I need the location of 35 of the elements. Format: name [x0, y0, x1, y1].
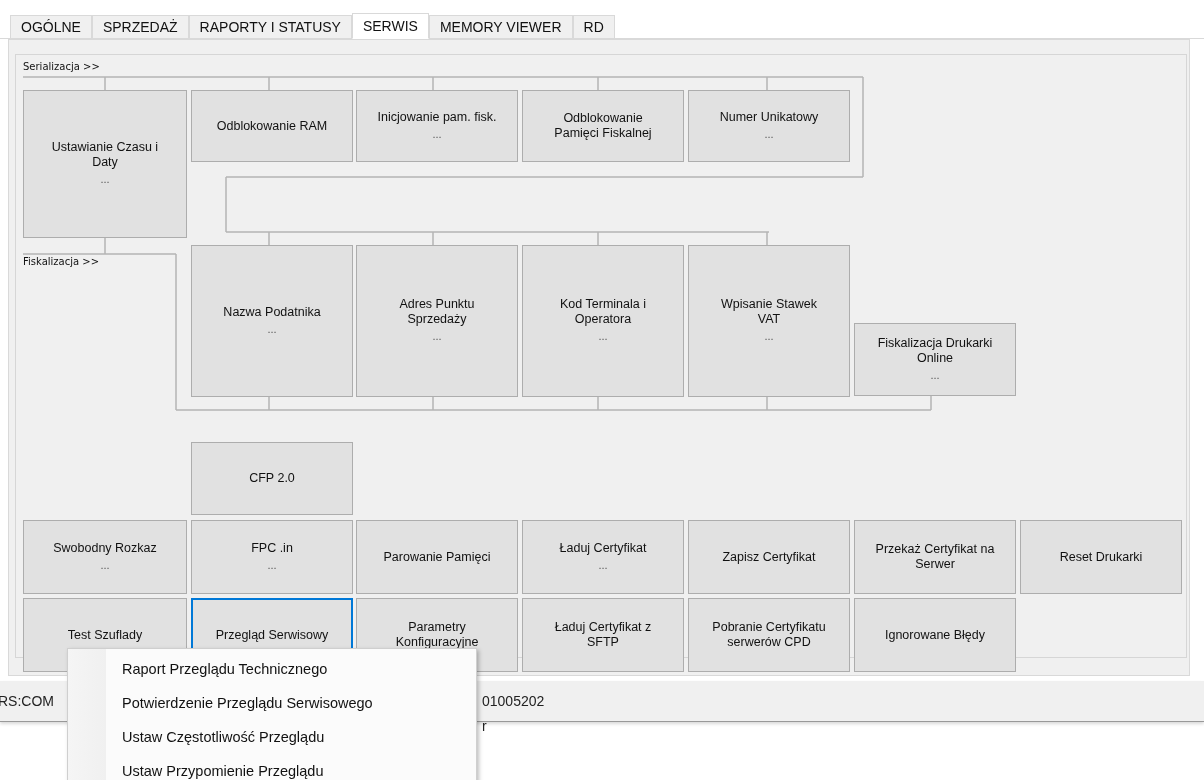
function-button[interactable]: Odblokowanie Pamięci Fiskalnej: [522, 90, 684, 162]
menu-item[interactable]: Potwierdzenie Przeglądu Serwisowego: [68, 686, 476, 720]
tab[interactable]: MEMORY VIEWER: [428, 15, 573, 38]
function-button[interactable]: Numer Unikatowy ...: [688, 90, 850, 162]
function-button[interactable]: Ładuj Certyfikat z SFTP: [522, 598, 684, 672]
function-button[interactable]: Zapisz Certyfikat: [688, 520, 850, 594]
menu-item[interactable]: Ustaw Częstotliwość Przeglądu: [68, 720, 476, 754]
function-button[interactable]: Inicjowanie pam. fisk. ...: [356, 90, 518, 162]
serial-number-text: 01005202: [482, 693, 545, 709]
function-button[interactable]: FPC .in ...: [191, 520, 353, 594]
menu-item[interactable]: Ustaw Przypomienie Przeglądu: [68, 754, 476, 780]
function-button[interactable]: Odblokowanie RAM: [191, 90, 353, 162]
function-button[interactable]: Ładuj Certyfikat ...: [522, 520, 684, 594]
function-button[interactable]: Parowanie Pamięci: [356, 520, 518, 594]
function-button[interactable]: Reset Drukarki: [1020, 520, 1182, 594]
function-button[interactable]: CFP 2.0: [191, 442, 353, 515]
function-button[interactable]: Nazwa Podatnika ...: [191, 245, 353, 397]
group-label: Fiskalizacja >>: [23, 256, 100, 267]
function-button[interactable]: Ustawianie Czasu i Daty ...: [23, 90, 187, 238]
function-button[interactable]: Swobodny Rozkaz ...: [23, 520, 187, 594]
function-button[interactable]: Kod Terminala i Operatora ...: [522, 245, 684, 397]
tab[interactable]: OGÓLNE: [10, 15, 92, 38]
partial-text: r: [482, 718, 487, 734]
function-button[interactable]: Przekaż Certyfikat na Serwer: [854, 520, 1016, 594]
function-button[interactable]: Adres Punktu Sprzedaży ...: [356, 245, 518, 397]
function-button[interactable]: Pobranie Certyfikatu serwerów CPD: [688, 598, 850, 672]
tab[interactable]: RAPORTY I STATUSY: [188, 15, 352, 38]
tab[interactable]: RD: [572, 15, 615, 38]
function-button[interactable]: Fiskalizacja Drukarki Online ...: [854, 323, 1016, 396]
port-text: RS:COM: [0, 693, 54, 709]
function-button[interactable]: Wpisanie Stawek VAT ...: [688, 245, 850, 397]
group-label: Serializacja >>: [23, 61, 100, 72]
tab[interactable]: SPRZEDAŻ: [91, 15, 189, 38]
function-button[interactable]: Ignorowane Błędy: [854, 598, 1016, 672]
tab[interactable]: SERWIS: [351, 13, 429, 39]
